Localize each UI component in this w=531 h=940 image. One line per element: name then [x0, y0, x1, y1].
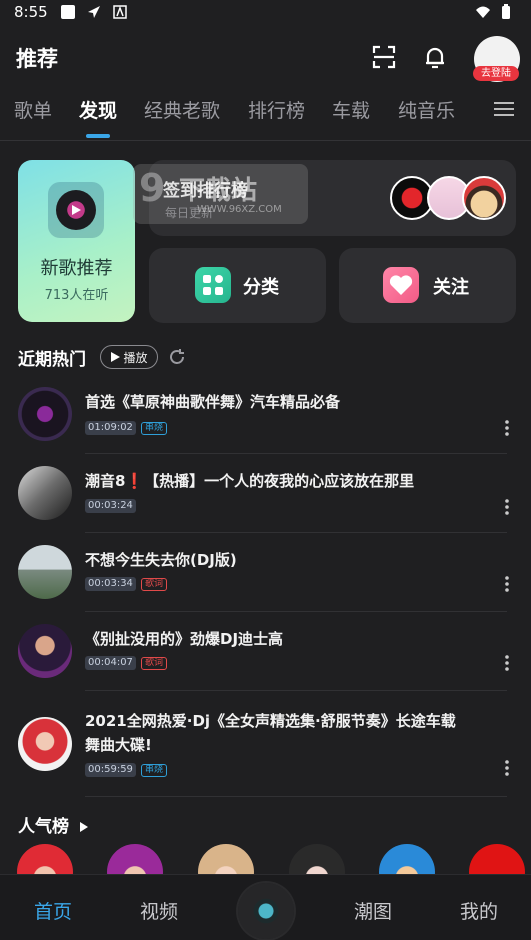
more-options-icon[interactable] [500, 418, 514, 438]
heart-icon [383, 267, 419, 303]
more-options-icon[interactable] [500, 758, 514, 778]
row-divider [85, 611, 507, 612]
app-notification-icon [112, 4, 128, 20]
row-divider [85, 532, 507, 533]
row-divider [85, 453, 507, 454]
row-divider [85, 690, 507, 691]
more-options-icon[interactable] [500, 653, 514, 673]
menu-icon[interactable] [494, 100, 516, 118]
song-cover [18, 545, 72, 599]
bell-icon[interactable] [422, 44, 448, 70]
song-title: 《别扯没用的》劲爆DJ迪士高 [85, 630, 284, 648]
popular-section-title[interactable]: 人气榜 [18, 812, 89, 837]
page-title: 推荐 [16, 47, 58, 71]
new-songs-card[interactable]: 新歌推荐 713人在听 [18, 160, 135, 322]
scan-icon[interactable] [371, 44, 397, 70]
nav-trend-images[interactable]: 潮图 [354, 897, 392, 924]
song-cover [18, 466, 72, 520]
active-tab-indicator [86, 134, 110, 138]
nav-mine[interactable]: 我的 [460, 897, 498, 924]
play-all-button[interactable]: 播放 [100, 345, 158, 369]
tab-pure-music[interactable]: 纯音乐 [398, 96, 455, 123]
tab-discover[interactable]: 发现 [79, 96, 117, 123]
refresh-icon[interactable] [168, 348, 186, 366]
song-tag: 歌词 [141, 578, 168, 591]
popular-title: 人气榜 [18, 817, 69, 837]
song-title: 潮音8❗【热播】一个人的夜我的心应该放在那里 [85, 472, 415, 490]
status-time: 8:55 [14, 3, 48, 21]
nav-video[interactable]: 视频 [140, 897, 178, 924]
play-icon [111, 352, 121, 362]
song-duration: 00:59:59 [85, 763, 136, 777]
more-options-icon[interactable] [500, 574, 514, 594]
more-options-icon[interactable] [500, 497, 514, 517]
arrow-right-icon [79, 822, 88, 832]
watermark: 9 下载站 WWW.96XZ.COM [133, 164, 308, 224]
wifi-icon [475, 4, 491, 20]
song-duration: 00:03:24 [85, 499, 136, 513]
song-tag: 串烧 [141, 422, 168, 435]
song-cover [18, 624, 72, 678]
notification-icon [60, 4, 76, 20]
new-songs-title: 新歌推荐 [40, 258, 113, 279]
song-title: 不想今生失去你(DJ版) [85, 551, 237, 569]
song-tag: 串烧 [141, 764, 168, 777]
new-songs-listeners: 713人在听 [44, 288, 109, 303]
watermark-number: 9 [139, 166, 166, 210]
play-all-label: 播放 [123, 350, 148, 365]
app-header: 推荐 去登陆 [0, 32, 531, 86]
tabs-divider [0, 140, 531, 141]
login-badge[interactable]: 去登陆 [473, 66, 519, 81]
tab-classic-oldies[interactable]: 经典老歌 [144, 96, 220, 123]
battery-icon [501, 4, 517, 20]
category-label: 分类 [243, 277, 279, 298]
tab-playlists[interactable]: 歌单 [14, 96, 52, 123]
song-duration: 01:09:02 [85, 421, 136, 435]
vinyl-icon [48, 182, 104, 238]
watermark-url: WWW.96XZ.COM [197, 204, 282, 215]
song-duration: 00:04:07 [85, 656, 136, 670]
category-tabs: 歌单 发现 经典老歌 排行榜 车载 纯音乐 [0, 96, 531, 140]
hot-section-title: 近期热门 [18, 350, 86, 370]
song-title: 首选《草原神曲歌伴舞》汽车精品必备 [85, 393, 341, 411]
bottom-navigation: 首页 视频 潮图 我的 [0, 874, 531, 940]
watermark-brand: 下载站 [179, 176, 258, 206]
follow-label: 关注 [433, 277, 469, 298]
song-cover [18, 387, 72, 441]
category-card[interactable]: 分类 [149, 248, 326, 323]
song-title: 2021全网热爱·Dj《全女声精选集·舒服节奏》长途车载舞曲大碟! [85, 712, 456, 754]
category-icon [195, 267, 231, 303]
follow-card[interactable]: 关注 [339, 248, 516, 323]
row-divider [85, 796, 507, 797]
status-bar: 8:55 [0, 0, 531, 24]
song-tag: 歌词 [141, 657, 168, 670]
tab-charts[interactable]: 排行榜 [248, 96, 305, 123]
nav-home[interactable]: 首页 [34, 897, 72, 924]
navigation-icon [86, 4, 102, 20]
ranking-avatar [462, 176, 506, 220]
now-playing-disc-icon[interactable] [238, 883, 294, 939]
song-duration: 00:03:34 [85, 577, 136, 591]
song-cover [18, 717, 72, 771]
tab-car[interactable]: 车载 [332, 96, 370, 123]
